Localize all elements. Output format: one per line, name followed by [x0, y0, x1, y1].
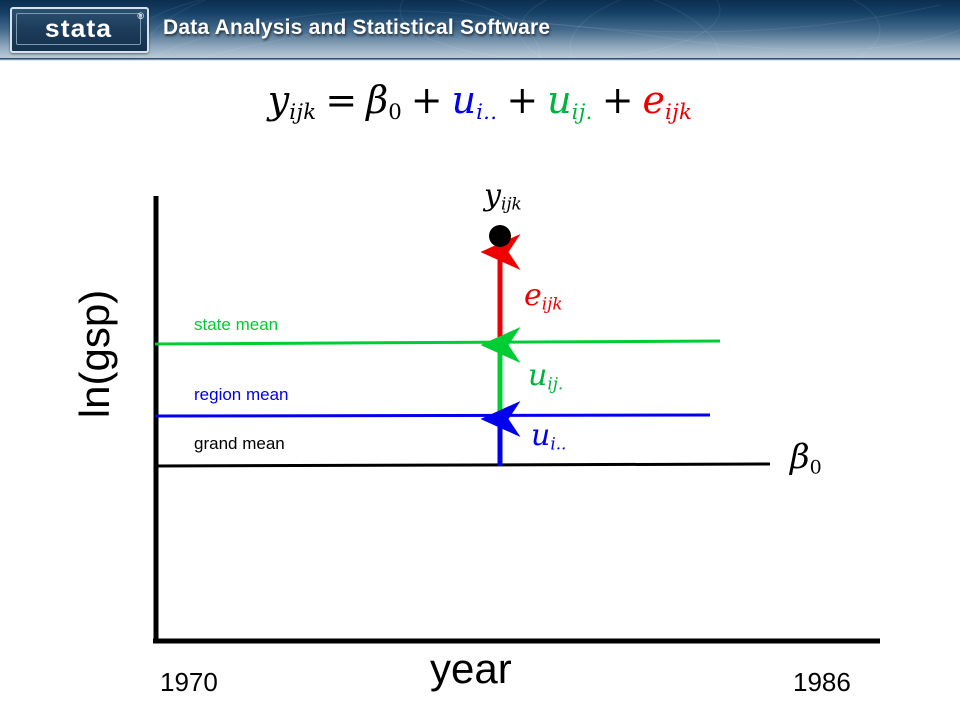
region-effect-variable: u [531, 418, 551, 453]
grand-mean-label: grand mean [194, 434, 285, 453]
observation-point-subscript: ijk [500, 193, 522, 214]
x-axis-label: year [430, 645, 512, 692]
y-axis-label: ln(gsp) [71, 289, 118, 419]
state-effect-subscript: ij. [547, 373, 564, 394]
region-mean-line [154, 413, 711, 418]
grand-mean-line [154, 462, 771, 468]
state-mean-label: state mean [194, 315, 279, 334]
beta-variable: β [790, 437, 810, 477]
observation-point-variable: y [484, 178, 501, 213]
state-effect-annotation: uij. [528, 358, 563, 394]
observation-point [489, 225, 511, 247]
residual-annotation: eijk [524, 278, 563, 314]
beta-subscript: 0 [809, 456, 822, 479]
state-mean-line [154, 339, 721, 346]
chart-canvas [153, 196, 880, 644]
variance-decomposition-chart: ln(gsp) year 1970 1986 state mean region… [0, 0, 960, 720]
residual-variable: e [524, 278, 542, 313]
region-effect-subscript: i.. [550, 433, 567, 454]
x-axis-tick-start: 1970 [160, 667, 218, 697]
residual-subscript: ijk [541, 293, 563, 314]
grand-mean-annotation: β0 [790, 437, 822, 478]
region-effect-annotation: ui.. [531, 418, 566, 454]
state-effect-variable: u [528, 358, 548, 393]
observation-point-label: yijk [484, 178, 522, 214]
x-axis-tick-end: 1986 [793, 667, 851, 697]
region-mean-label: region mean [194, 385, 289, 404]
